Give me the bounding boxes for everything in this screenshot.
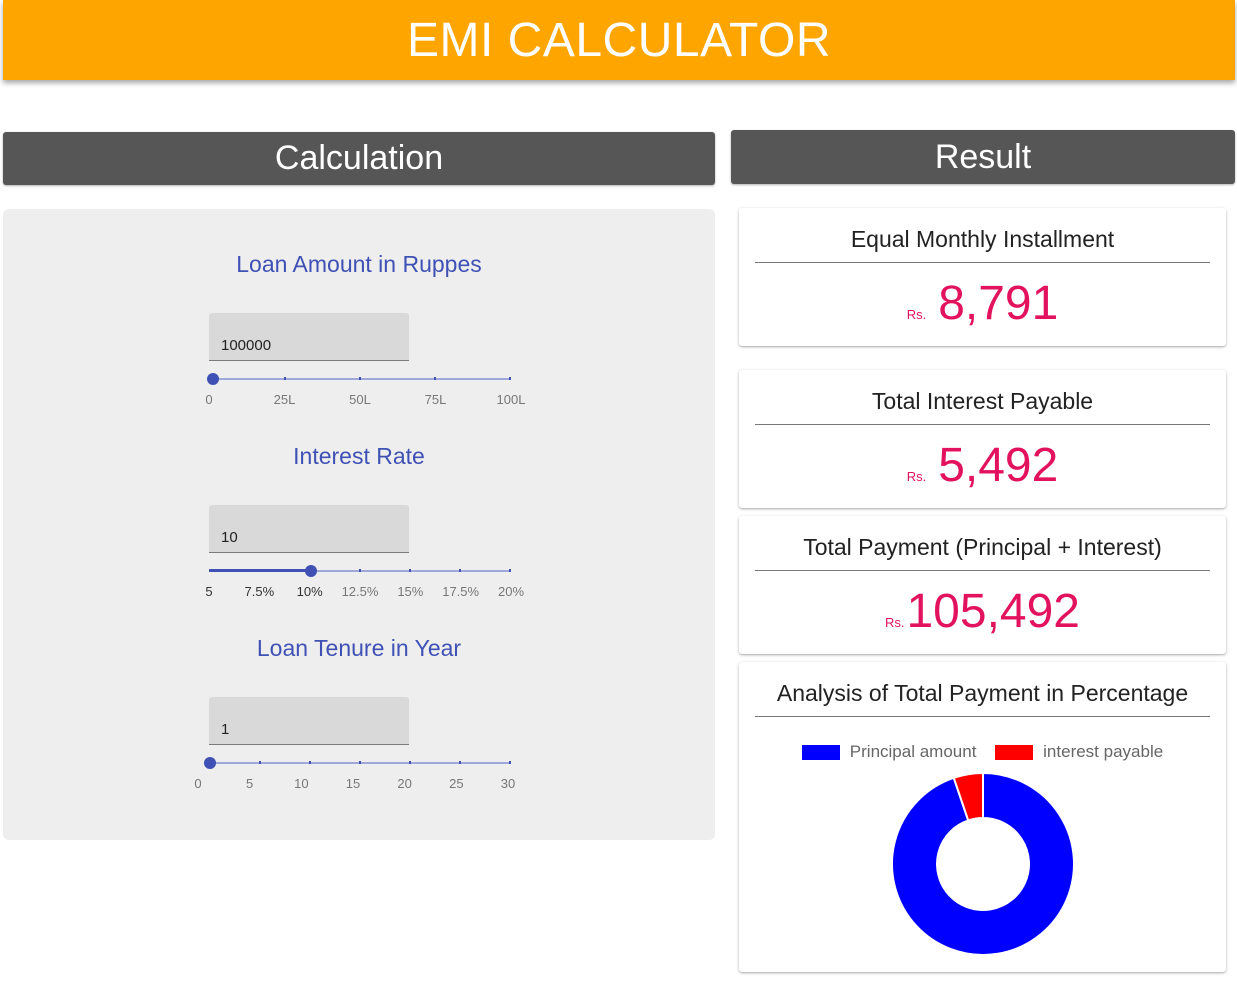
legend-label-interest: interest payable [1043, 742, 1164, 761]
slider-tick-label: 25L [273, 392, 296, 407]
interest-rate-value: 10 [221, 529, 238, 546]
interest-rate-slider[interactable] [209, 561, 511, 581]
slider-tick [409, 569, 411, 572]
slider-tick [509, 569, 511, 572]
interest-rate-input[interactable]: 10 [209, 505, 409, 553]
slider-tick-label: 10% [296, 584, 323, 599]
total-title: Total Payment (Principal + Interest) [755, 534, 1210, 571]
calculation-panel: Loan Amount in Ruppes 100000 0 25L 50L 75L 1… [3, 209, 715, 840]
slider-tick-label: 20 [397, 776, 412, 791]
slider-tick-label: 15% [397, 584, 424, 599]
interest-rate-slider-labels: 5 7.5% 10% 12.5% 15% 17.5% 20% [205, 584, 524, 602]
loan-amount-slider[interactable] [207, 369, 511, 389]
slider-tick [359, 761, 361, 764]
emi-title: Equal Monthly Installment [755, 226, 1210, 263]
slider-tick [434, 377, 436, 380]
emi-value: Rs. 8,791 [739, 276, 1226, 331]
slider-tick-label: 5 [205, 584, 213, 599]
slider-thumb[interactable] [207, 373, 220, 385]
loan-amount-input[interactable]: 100000 [209, 313, 409, 361]
slider-tick-label: 100L [496, 392, 526, 407]
total-value: Rs.105,492 [739, 584, 1226, 639]
slider-tick-label: 75L [424, 392, 447, 407]
legend-swatch-principal [801, 744, 840, 760]
loan-tenure-slider-labels: 0 5 10 15 20 25 30 [194, 776, 515, 794]
legend-label-principal: Principal amount [849, 742, 977, 761]
emi-amount: 8,791 [938, 277, 1059, 330]
legend-swatch-interest [995, 744, 1034, 760]
slider-thumb[interactable] [204, 757, 216, 769]
chart-legend: Principal amount interest payable [739, 742, 1226, 765]
interest-amount: 5,492 [938, 439, 1059, 492]
loan-amount-value: 100000 [221, 337, 272, 354]
app-bar: EMI CALCULATOR [3, 0, 1235, 80]
interest-value: Rs. 5,492 [739, 438, 1226, 493]
slider-tick-label: 30 [500, 776, 516, 791]
loan-tenure-value: 1 [221, 721, 230, 738]
loan-tenure-slider[interactable] [204, 753, 511, 773]
total-amount: 105,492 [906, 585, 1080, 638]
slider-tick-label: 25 [449, 776, 464, 791]
interest-title: Total Interest Payable [755, 388, 1210, 425]
slider-tick-label: 15 [345, 776, 361, 791]
slider-tick [359, 377, 361, 380]
loan-tenure-title: Loan Tenure in Year [256, 635, 462, 661]
slider-tick-label: 5 [246, 776, 254, 791]
slider-tick [509, 377, 511, 380]
slider-tick [459, 761, 461, 764]
total-currency: Rs. [884, 615, 905, 630]
slider-tick [284, 377, 286, 380]
analysis-title: Analysis of Total Payment in Percentage [755, 680, 1210, 717]
slider-tick-label: 12.5% [341, 584, 379, 599]
interest-rate-title: Interest Rate [293, 443, 425, 469]
interest-currency: Rs. [906, 469, 927, 484]
loan-tenure-input[interactable]: 1 [209, 697, 409, 745]
loan-amount-title: Loan Amount in Ruppes [236, 251, 482, 277]
emi-card: Equal Monthly Installment Rs. 8,791 [739, 208, 1226, 346]
payment-donut-chart [891, 772, 1075, 956]
slider-tick-label: 50L [349, 392, 371, 407]
slider-tick-label: 17.5% [442, 584, 480, 599]
slider-tick-label: 10 [294, 776, 309, 791]
slider-tick-label: 7.5% [244, 584, 275, 599]
calculation-header: Calculation [3, 132, 715, 185]
slider-tick-label: 20% [497, 584, 525, 599]
slider-tick-label: 0 [194, 776, 202, 791]
app-title: EMI CALCULATOR [407, 13, 831, 67]
slider-tick [359, 569, 361, 572]
legend-item-principal[interactable]: Principal amount [801, 742, 977, 762]
slider-tick [259, 569, 261, 572]
slider-tick [309, 761, 311, 764]
emi-currency: Rs. [906, 307, 927, 322]
interest-card: Total Interest Payable Rs. 5,492 [739, 370, 1226, 508]
total-card: Total Payment (Principal + Interest) Rs.… [739, 516, 1226, 654]
slider-tick-label: 0 [205, 392, 213, 407]
result-header: Result [731, 130, 1235, 184]
loan-amount-slider-labels: 0 25L 50L 75L 100L [205, 392, 525, 410]
legend-item-interest[interactable]: interest payable [995, 742, 1163, 762]
slider-thumb[interactable] [304, 565, 317, 577]
slider-tick [209, 569, 211, 572]
slider-tick [509, 761, 511, 764]
slider-tick [409, 761, 411, 764]
slider-tick [259, 761, 261, 764]
slider-tick [459, 569, 461, 572]
analysis-card: Analysis of Total Payment in Percentage … [739, 662, 1226, 972]
